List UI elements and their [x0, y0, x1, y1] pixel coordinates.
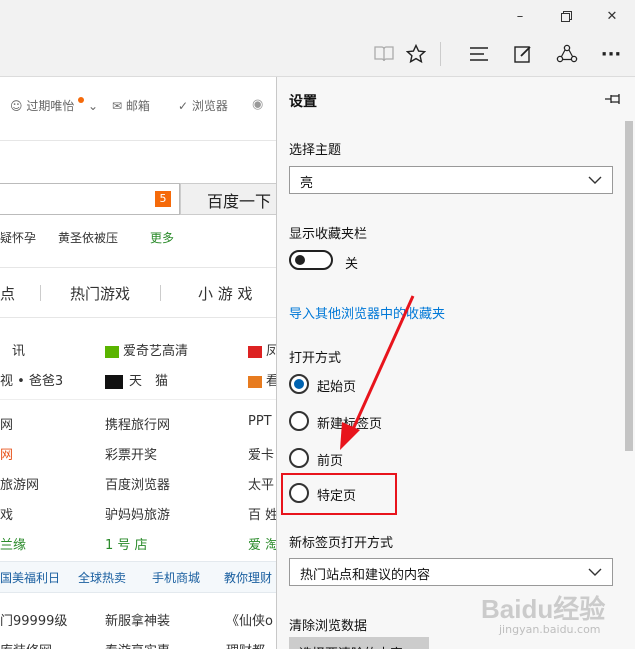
annotation-arrow: [340, 295, 415, 450]
